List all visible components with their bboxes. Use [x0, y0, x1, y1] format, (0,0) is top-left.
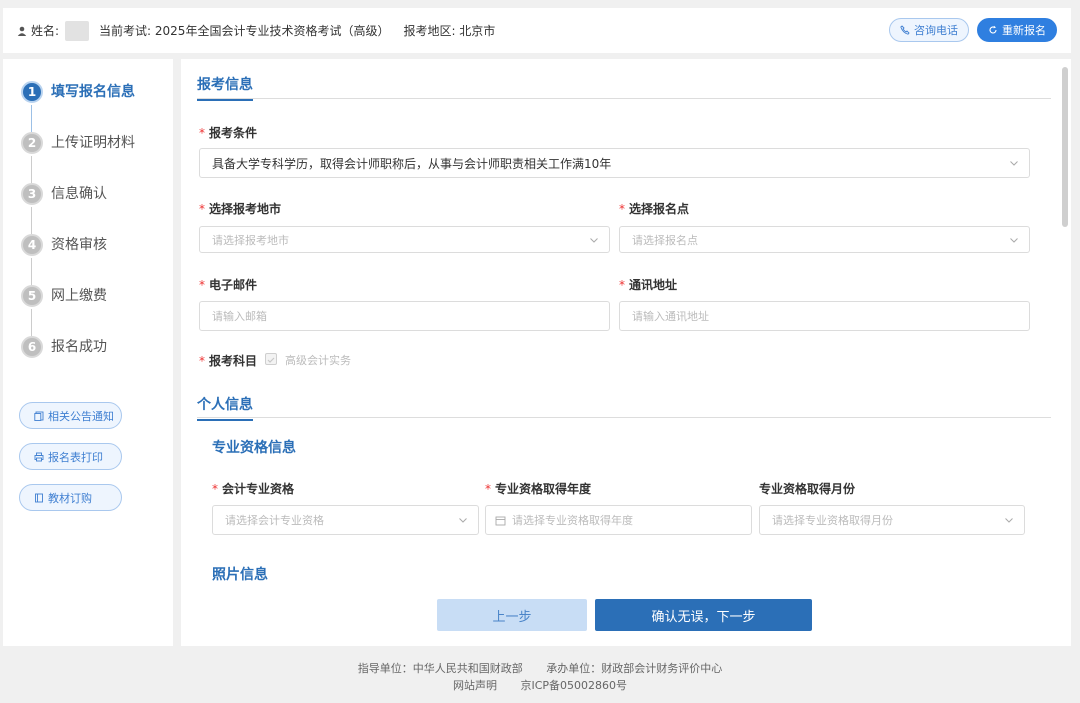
step-online-payment: 5 网上缴费 [21, 285, 135, 336]
chevron-down-icon [459, 518, 467, 523]
chevron-down-icon [590, 238, 598, 243]
page-footer: 指导单位：中华人民共和国财政部 承办单位：财政部会计财务评价中心 网站声明 京I… [0, 660, 1080, 694]
check-icon [267, 357, 275, 363]
step-label: 填写报名信息 [51, 84, 135, 100]
site-label: * 选择报名点 [619, 202, 690, 216]
consult-phone-button[interactable]: 咨询电话 [889, 18, 969, 42]
announcement-link[interactable]: 相关公告通知 [19, 402, 122, 429]
chevron-down-icon [1010, 238, 1018, 243]
print-form-link[interactable]: 报名表打印 [19, 443, 122, 470]
guide-unit: 指导单位：中华人民共和国财政部 [357, 662, 523, 675]
step-fill-info: 1 填写报名信息 [21, 81, 135, 132]
email-input[interactable]: 请输入邮箱 [199, 301, 610, 331]
name-redacted [65, 20, 90, 41]
chevron-down-icon [1010, 161, 1018, 166]
qualification-subtitle: 专业资格信息 [212, 440, 296, 456]
condition-select[interactable]: 具备大学专科学历，取得会计师职称后，从事与会计师职责相关工作满10年 [199, 148, 1030, 178]
step-number: 3 [21, 183, 43, 205]
subject-checkbox[interactable] [265, 353, 277, 365]
document-icon [34, 411, 44, 421]
registration-form-panel: 报考信息 * 报考条件 具备大学专科学历，取得会计师职称后，从事与会计师职责相关工… [181, 59, 1071, 646]
side-links: 相关公告通知 报名表打印 教材订购 [19, 402, 122, 525]
top-info-bar: 姓名: 当前考试: 2025年全国会计专业技术资格考试（高级） 报考地区: 北京… [3, 8, 1071, 53]
section-title-apply: 报考信息 [197, 74, 253, 101]
address-label: * 通讯地址 [619, 278, 678, 292]
step-number: 5 [21, 285, 43, 307]
icp-number: 京ICP备05002860号 [520, 679, 628, 692]
name-label: 姓名: [31, 24, 60, 38]
step-number: 2 [21, 132, 43, 154]
step-label: 资格审核 [51, 237, 107, 253]
step-connector [31, 309, 32, 336]
address-input[interactable]: 请输入通讯地址 [619, 301, 1030, 331]
step-list: 1 填写报名信息 2 上传证明材料 3 信息确认 4 资格审核 5 网上缴费 6… [21, 81, 135, 387]
textbook-order-link[interactable]: 教材订购 [19, 484, 122, 511]
month-select[interactable]: 请选择专业资格取得月份 [759, 505, 1025, 535]
city-label: * 选择报考地市 [199, 202, 282, 216]
step-connector [31, 258, 32, 285]
calendar-icon [495, 516, 506, 525]
month-label: 专业资格取得月份 [759, 482, 856, 496]
exam-region: 报考地区: 北京市 [403, 24, 496, 38]
qualification-select[interactable]: 请选择会计专业资格 [212, 505, 479, 535]
step-qualification-review: 4 资格审核 [21, 234, 135, 285]
qualification-label: * 会计专业资格 [212, 482, 295, 496]
subject-label: * 报考科目 [199, 354, 258, 368]
previous-step-button[interactable]: 上一步 [437, 599, 587, 631]
step-connector [31, 156, 32, 183]
step-number: 1 [21, 81, 43, 103]
step-connector [31, 207, 32, 234]
step-label: 网上缴费 [51, 288, 107, 304]
section-divider [197, 98, 1051, 99]
current-exam: 当前考试: 2025年全国会计专业技术资格考试（高级） [99, 24, 390, 38]
section-divider [197, 417, 1051, 418]
step-number: 6 [21, 336, 43, 358]
step-registration-success: 6 报名成功 [21, 336, 135, 387]
scrollbar-thumb[interactable] [1062, 67, 1068, 227]
confirm-next-button[interactable]: 确认无误，下一步 [595, 599, 812, 631]
email-label: * 电子邮件 [199, 278, 258, 292]
step-label: 报名成功 [51, 339, 107, 355]
step-label: 上传证明材料 [51, 135, 135, 151]
year-label: * 专业资格取得年度 [485, 482, 592, 496]
subject-value: 高级会计实务 [285, 354, 351, 367]
city-select[interactable]: 请选择报考地市 [199, 226, 610, 253]
host-unit: 承办单位：财政部会计财务评价中心 [546, 662, 723, 675]
site-statement-link[interactable]: 网站声明 [453, 679, 497, 692]
form-scroll-area: 报考信息 * 报考条件 具备大学专科学历，取得会计师职称后，从事与会计师职责相关工… [181, 59, 1061, 581]
step-upload-materials: 2 上传证明材料 [21, 132, 135, 183]
sidebar: 1 填写报名信息 2 上传证明材料 3 信息确认 4 资格审核 5 网上缴费 6… [3, 59, 173, 646]
book-icon [35, 493, 43, 502]
step-number: 4 [21, 234, 43, 256]
photo-subtitle: 照片信息 [212, 567, 268, 581]
refresh-icon [989, 25, 997, 34]
step-confirm-info: 3 信息确认 [21, 183, 135, 234]
condition-label: * 报考条件 [199, 126, 258, 140]
year-datepicker[interactable]: 请选择专业资格取得年度 [485, 505, 752, 535]
reapply-button[interactable]: 重新报名 [977, 18, 1057, 42]
site-select[interactable]: 请选择报名点 [619, 226, 1030, 253]
step-label: 信息确认 [51, 186, 107, 202]
phone-icon [900, 25, 910, 35]
user-icon [17, 26, 27, 36]
print-icon [34, 452, 44, 461]
step-connector [31, 105, 32, 132]
chevron-down-icon [1005, 518, 1013, 523]
